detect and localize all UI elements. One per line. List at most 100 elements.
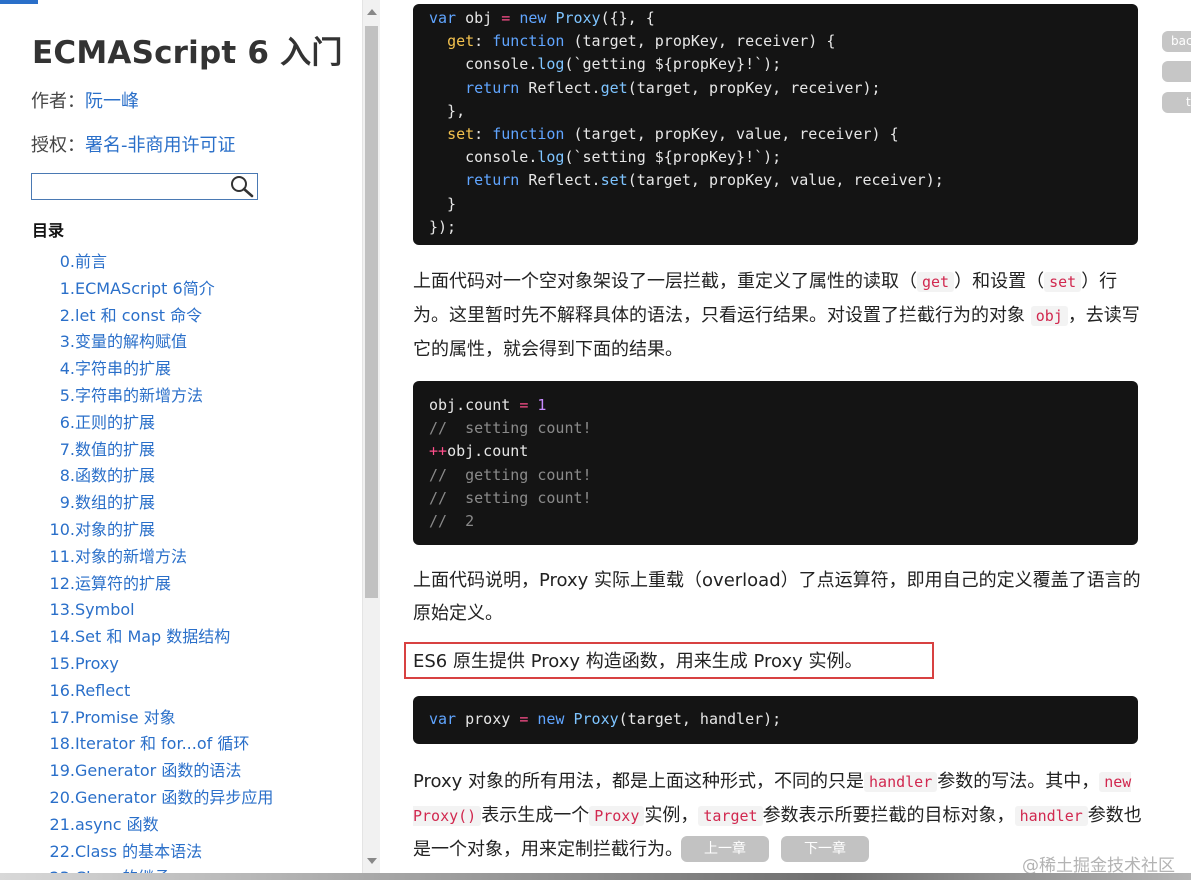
- toc-link[interactable]: 17.Promise 对象: [0, 705, 362, 732]
- top-accent-bar: [0, 0, 38, 4]
- inline-code: get: [917, 272, 955, 292]
- paragraph-intercept-explanation: 上面代码对一个空对象架设了一层拦截，重定义了属性的读取（ get ）和设置（ set）…: [413, 265, 1148, 366]
- toc-item: 17.Promise 对象: [0, 705, 362, 732]
- toc-item: 18.Iterator 和 for...of 循环: [0, 731, 362, 758]
- float-top-button[interactable]: t: [1162, 92, 1191, 113]
- search-icon[interactable]: [229, 175, 255, 198]
- code-line: console.log(`getting ${propKey}!`);: [429, 55, 782, 74]
- toc-label: Generator 函数的异步应用: [75, 787, 274, 807]
- toc-item: 14.Set 和 Map 数据结构: [0, 624, 362, 651]
- toc-link[interactable]: 20.Generator 函数的异步应用: [0, 785, 362, 812]
- toc-number: 19.: [49, 761, 75, 781]
- toc-item: 6.正则的扩展: [0, 410, 362, 437]
- toc-label: 字符串的新增方法: [75, 385, 204, 405]
- toc-link[interactable]: 0.前言: [0, 249, 362, 276]
- toc-link[interactable]: 8.函数的扩展: [0, 463, 362, 490]
- toc-link[interactable]: 14.Set 和 Map 数据结构: [0, 624, 362, 651]
- code-line: obj.count = 1: [429, 396, 547, 414]
- license-link[interactable]: 署名-非商用许可证: [85, 135, 236, 156]
- toc-link[interactable]: 18.Iterator 和 for...of 循环: [0, 731, 362, 758]
- code-line: // setting count!: [429, 419, 592, 438]
- code-line: get: function (target, propKey, receiver…: [447, 32, 836, 51]
- toc-number: 6.: [59, 412, 75, 432]
- toc-link[interactable]: 1.ECMAScript 6简介: [0, 276, 362, 303]
- toc-number: 21.: [49, 814, 75, 834]
- scroll-up-arrow-icon[interactable]: [367, 9, 377, 15]
- code-line: set: function (target, propKey, value, r…: [447, 124, 899, 143]
- license-label: 授权：: [31, 135, 85, 156]
- license-line: 授权：署名-非商用许可证: [31, 131, 236, 157]
- toc-item: 12.运算符的扩展: [0, 571, 362, 598]
- inline-code: set: [1044, 272, 1082, 292]
- toc-link[interactable]: 6.正则的扩展: [0, 410, 362, 437]
- toc-number: 9.: [59, 493, 75, 513]
- toc-label: Generator 函数的语法: [75, 761, 242, 781]
- float-middle-button[interactable]: [1162, 61, 1191, 82]
- toc-link[interactable]: 19.Generator 函数的语法: [0, 758, 362, 785]
- toc-link[interactable]: 3.变量的解构赋值: [0, 329, 362, 356]
- toc-label: Promise 对象: [75, 707, 176, 727]
- toc-item: 1.ECMAScript 6简介: [0, 276, 362, 303]
- toc-label: 数组的扩展: [75, 493, 156, 513]
- article-content: var obj = new Proxy({}, { get: function …: [380, 0, 1191, 880]
- scroll-down-arrow-icon[interactable]: [367, 858, 377, 864]
- toc-link[interactable]: 12.运算符的扩展: [0, 571, 362, 598]
- search-box: [31, 173, 258, 200]
- toc-link[interactable]: 15.Proxy: [0, 651, 362, 678]
- code-line: var obj = new Proxy({}, {: [429, 9, 655, 27]
- toc-link[interactable]: 11.对象的新增方法: [0, 544, 362, 571]
- prev-chapter-button[interactable]: 上一章: [681, 836, 769, 862]
- toc-number: 14.: [49, 627, 75, 647]
- paragraph-text: 实例，: [644, 805, 699, 826]
- toc-number: 3.: [59, 332, 75, 352]
- code-block-new-proxy: var proxy = new Proxy(target, handler);: [413, 696, 1138, 744]
- toc-label: ECMAScript 6简介: [75, 278, 215, 298]
- code-line: var proxy = new Proxy(target, handler);: [429, 710, 782, 728]
- toc-item: 20.Generator 函数的异步应用: [0, 785, 362, 812]
- toc-link[interactable]: 16.Reflect: [0, 678, 362, 705]
- toc-label: 字符串的扩展: [75, 359, 172, 379]
- next-chapter-button[interactable]: 下一章: [781, 836, 869, 862]
- toc-number: 17.: [49, 707, 75, 727]
- author-line: 作者：阮一峰: [31, 87, 139, 113]
- toc-number: 22.: [49, 841, 75, 861]
- toc-link[interactable]: 4.字符串的扩展: [0, 356, 362, 383]
- toc-number: 15.: [49, 653, 75, 673]
- paragraph-text: 表示生成一个: [481, 805, 590, 826]
- toc-link[interactable]: 9.数组的扩展: [0, 490, 362, 517]
- toc-link[interactable]: 22.Class 的基本语法: [0, 839, 362, 866]
- toc-number: 12.: [49, 573, 75, 593]
- float-back-button[interactable]: back: [1162, 31, 1191, 52]
- toc-label: 函数的扩展: [75, 466, 156, 486]
- toc-link[interactable]: 13.Symbol: [0, 597, 362, 624]
- search-input[interactable]: [32, 174, 227, 199]
- code-line: // getting count!: [429, 465, 592, 484]
- code-block-proxy-handler: var obj = new Proxy({}, { get: function …: [413, 4, 1138, 245]
- toc-label: Set 和 Map 数据结构: [75, 627, 231, 647]
- toc-number: 1.: [59, 278, 75, 298]
- toc-label: 变量的解构赋值: [75, 332, 188, 352]
- toc-link[interactable]: 7.数值的扩展: [0, 437, 362, 464]
- toc-link[interactable]: 10.对象的扩展: [0, 517, 362, 544]
- inline-code: handler: [864, 772, 938, 792]
- toc-item: 7.数值的扩展: [0, 437, 362, 464]
- toc-item: 10.对象的扩展: [0, 517, 362, 544]
- toc-item: 22.Class 的基本语法: [0, 839, 362, 866]
- paragraph-text: 上面代码对一个空对象架设了一层拦截，重定义了属性的读取（: [413, 271, 917, 292]
- toc-link[interactable]: 21.async 函数: [0, 812, 362, 839]
- toc-link[interactable]: 5.字符串的新增方法: [0, 383, 362, 410]
- toc-number: 11.: [49, 546, 75, 566]
- code-line: console.log(`setting ${propKey}!`);: [429, 148, 782, 167]
- code-line: ++obj.count: [429, 442, 529, 461]
- author-label: 作者：: [31, 91, 85, 112]
- toc-link[interactable]: 2.let 和 const 命令: [0, 303, 362, 330]
- scrollbar-thumb[interactable]: [365, 26, 378, 598]
- author-link[interactable]: 阮一峰: [85, 91, 139, 112]
- code-line: },: [429, 101, 466, 120]
- toc-label: 运算符的扩展: [75, 573, 172, 593]
- toc-label: Class 的基本语法: [75, 841, 203, 861]
- toc-heading: 目录: [32, 221, 65, 240]
- sidebar-scrollbar[interactable]: [362, 0, 380, 880]
- toc-number: 8.: [59, 466, 75, 486]
- toc-label: Iterator 和 for...of 循环: [75, 734, 250, 754]
